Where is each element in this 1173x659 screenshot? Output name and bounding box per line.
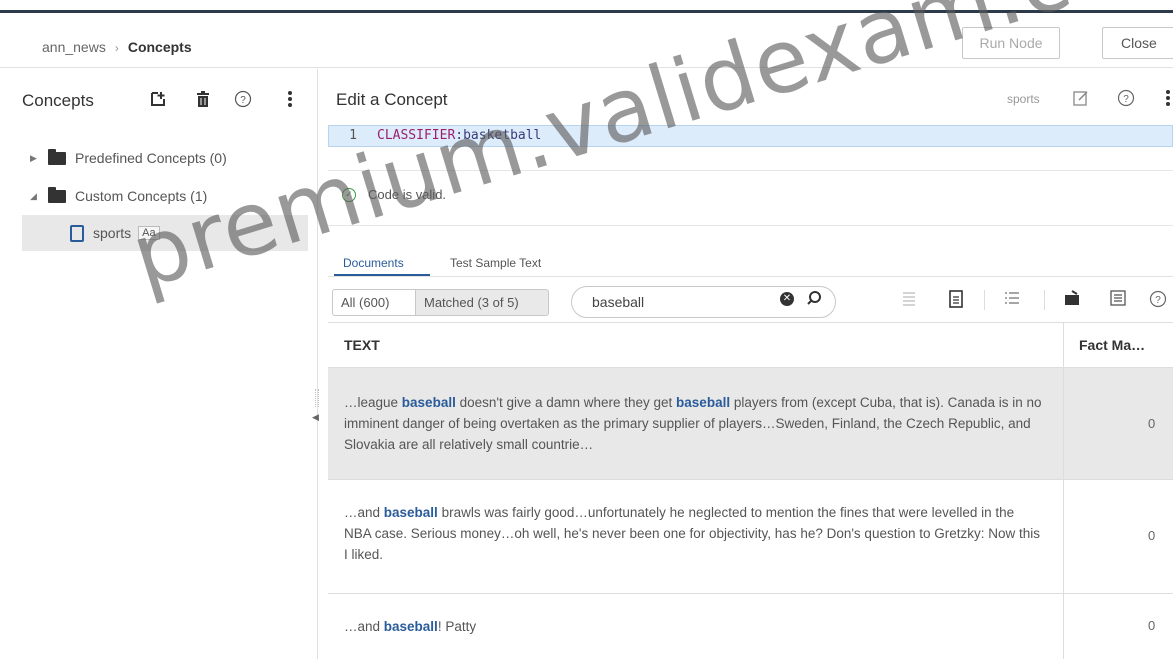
svg-text:?: ?	[1155, 295, 1161, 306]
tab-documents[interactable]: Documents	[343, 256, 404, 270]
run-node-button[interactable]: Run Node	[962, 27, 1060, 59]
column-divider	[1063, 368, 1064, 480]
tree-item-label: Custom Concepts (1)	[75, 188, 208, 204]
more-vertical-icon[interactable]	[280, 90, 300, 110]
column-header-text[interactable]: TEXT	[344, 323, 380, 367]
column-divider	[1063, 323, 1064, 367]
table-row[interactable]: …and baseball brawls was fairly good…unf…	[328, 479, 1173, 594]
table-row[interactable]: …league baseball doesn't give a damn whe…	[328, 367, 1173, 480]
chevron-right-icon[interactable]: ▶	[30, 153, 44, 164]
help-icon[interactable]: ?	[233, 90, 253, 110]
row-fact-count: 0	[1148, 528, 1156, 543]
help-icon[interactable]: ?	[1148, 290, 1168, 310]
search-input[interactable]: baseball	[571, 286, 836, 318]
close-button[interactable]: Close	[1102, 27, 1173, 59]
edit-note-icon[interactable]	[1071, 89, 1091, 112]
tree-item-sports[interactable]: sports Aa	[22, 215, 308, 251]
concept-name-tag: sports	[1007, 92, 1040, 106]
documents-table: TEXT Fact Ma… …league baseball doesn't g…	[328, 322, 1173, 659]
line-number: 1	[349, 128, 357, 143]
header-bar: ann_news › Concepts Run Node Close	[0, 14, 1173, 68]
column-header-fact-matches[interactable]: Fact Ma…	[1079, 323, 1145, 367]
row-text: …and baseball brawls was fairly good…unf…	[344, 505, 1041, 562]
column-settings-icon[interactable]	[1108, 290, 1128, 310]
editor-title: Edit a Concept	[336, 90, 448, 109]
column-divider	[1063, 480, 1064, 594]
row-fact-count: 0	[1148, 618, 1156, 633]
row-text: …league baseball doesn't give a damn whe…	[344, 395, 1042, 452]
chevron-down-icon[interactable]: ◢	[30, 191, 44, 202]
document-icon	[70, 224, 84, 242]
search-icon[interactable]	[806, 290, 822, 311]
active-tab-indicator	[334, 274, 430, 276]
trash-icon[interactable]	[193, 90, 213, 110]
validation-status: ✓ Code is valid.	[342, 187, 446, 202]
code-line[interactable]: 1 CLASSIFIER:basketball	[328, 125, 1173, 147]
row-fact-count: 0	[1148, 416, 1156, 431]
divider	[328, 225, 1173, 226]
tab-test-sample-text[interactable]: Test Sample Text	[450, 256, 541, 270]
filter-matched-button[interactable]: Matched (3 of 5)	[415, 289, 549, 316]
concepts-panel: Concepts ? ▶ Predefined Concepts (0) ◢ C…	[0, 69, 319, 659]
breadcrumb: ann_news › Concepts	[42, 39, 192, 55]
breadcrumb-separator: ›	[114, 41, 119, 55]
document-view-icon[interactable]	[946, 290, 966, 310]
collapse-arrow-icon[interactable]: ◀	[312, 412, 319, 423]
code-editor[interactable]: 1 CLASSIFIER:basketball	[328, 123, 1173, 171]
tree-item-label: Predefined Concepts (0)	[75, 150, 227, 166]
top-accent-bar	[0, 0, 1173, 14]
panel-resize-handle[interactable]	[315, 389, 319, 407]
more-vertical-icon[interactable]	[1158, 89, 1173, 112]
code-value: :basketball	[455, 128, 542, 143]
validation-message: Code is valid.	[368, 187, 447, 202]
details-list-icon[interactable]	[1002, 290, 1022, 310]
svg-text:?: ?	[240, 95, 246, 106]
svg-text:?: ?	[1123, 94, 1129, 105]
export-icon[interactable]	[1063, 290, 1083, 310]
column-divider	[1063, 594, 1064, 659]
clear-search-icon[interactable]: ✕	[780, 292, 794, 306]
add-concept-icon[interactable]	[148, 90, 168, 110]
breadcrumb-current: Concepts	[127, 39, 192, 55]
tree-item-predefined-concepts[interactable]: ▶ Predefined Concepts (0)	[30, 143, 308, 173]
help-icon[interactable]: ?	[1116, 89, 1136, 112]
check-circle-icon: ✓	[342, 187, 356, 202]
tree-item-custom-concepts[interactable]: ◢ Custom Concepts (1)	[30, 181, 308, 211]
row-text: …and baseball! Patty	[344, 619, 477, 634]
list-view-icon[interactable]	[899, 290, 919, 310]
breadcrumb-parent[interactable]: ann_news	[42, 39, 106, 55]
concepts-panel-title: Concepts	[22, 91, 94, 110]
case-sensitive-badge: Aa	[138, 226, 160, 240]
tree-item-label: sports	[93, 225, 132, 241]
toolbar-divider	[1044, 290, 1045, 310]
tabs-divider	[328, 276, 1173, 277]
filter-all-button[interactable]: All (600)	[332, 289, 416, 316]
code-keyword: CLASSIFIER	[377, 128, 456, 143]
table-row[interactable]: …and baseball! Patty 0	[328, 593, 1173, 659]
folder-icon	[48, 186, 66, 203]
toolbar-divider	[984, 290, 985, 310]
folder-icon	[48, 148, 66, 165]
